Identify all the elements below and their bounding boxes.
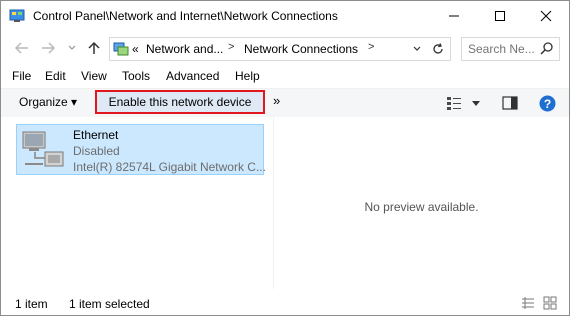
adapter-device: Intel(R) 82574L Gigabit Network C... xyxy=(73,160,266,174)
search-box[interactable] xyxy=(461,37,560,61)
menu-edit[interactable]: Edit xyxy=(45,69,66,83)
breadcrumb-separator[interactable]: > xyxy=(368,41,374,53)
preview-pane: No preview available. xyxy=(274,117,569,289)
details-view-icon xyxy=(447,97,461,110)
navigation-bar: « Network and... > Network Connections > xyxy=(1,33,569,63)
breadcrumb-network-and-internet[interactable]: Network and... xyxy=(146,42,223,56)
address-bar[interactable]: « Network and... > Network Connections > xyxy=(109,37,451,61)
network-connections-icon xyxy=(113,42,129,56)
status-bar: 1 item 1 item selected xyxy=(1,291,569,315)
maximize-button[interactable] xyxy=(477,1,523,31)
details-view-icon[interactable] xyxy=(521,296,535,310)
minimize-icon xyxy=(449,15,459,17)
view-options-dropdown[interactable] xyxy=(467,94,485,112)
ethernet-adapter-icon xyxy=(22,131,64,167)
breadcrumb-overflow[interactable]: « xyxy=(132,42,139,56)
preview-pane-icon xyxy=(502,96,518,110)
minimize-button[interactable] xyxy=(431,1,477,31)
chevron-down-icon xyxy=(68,45,76,50)
search-input[interactable] xyxy=(468,42,538,56)
item-count: 1 item xyxy=(15,297,48,311)
menu-file[interactable]: File xyxy=(12,69,31,83)
menu-tools[interactable]: Tools xyxy=(122,69,150,83)
up-arrow-icon xyxy=(88,41,100,54)
up-button[interactable] xyxy=(85,39,103,57)
explorer-window: Control Panel\Network and Internet\Netwo… xyxy=(0,0,570,316)
search-icon[interactable] xyxy=(539,41,555,57)
enable-network-device-label: Enable this network device xyxy=(108,95,252,109)
selection-count: 1 item selected xyxy=(69,297,150,311)
back-button[interactable] xyxy=(13,39,31,57)
help-icon: ? xyxy=(539,95,555,111)
control-panel-icon xyxy=(9,9,25,22)
maximize-icon xyxy=(495,11,505,21)
breadcrumb-separator[interactable]: > xyxy=(228,41,234,53)
close-icon xyxy=(540,10,552,22)
content-area: Ethernet Disabled Intel(R) 82574L Gigabi… xyxy=(1,117,569,289)
close-button[interactable] xyxy=(523,1,569,31)
preview-pane-button[interactable] xyxy=(501,94,519,112)
change-view-button[interactable] xyxy=(445,94,463,112)
enable-network-device-button[interactable]: Enable this network device xyxy=(95,90,265,114)
forward-arrow-icon xyxy=(42,42,56,54)
window-title: Control Panel\Network and Internet\Netwo… xyxy=(33,9,338,23)
adapter-status: Disabled xyxy=(73,144,120,158)
large-icons-view-icon[interactable] xyxy=(543,296,557,310)
file-list-pane: Ethernet Disabled Intel(R) 82574L Gigabi… xyxy=(1,117,273,289)
caret-down-icon xyxy=(472,101,480,106)
menu-bar: File Edit View Tools Advanced Help xyxy=(1,67,569,87)
organize-button[interactable]: Organize ▾ xyxy=(19,95,77,109)
menu-advanced[interactable]: Advanced xyxy=(166,69,219,83)
network-adapter-item[interactable]: Ethernet Disabled Intel(R) 82574L Gigabi… xyxy=(16,124,266,175)
forward-button[interactable] xyxy=(39,39,57,57)
adapter-name: Ethernet xyxy=(73,128,119,142)
address-dropdown-button[interactable] xyxy=(410,41,424,57)
more-commands-button[interactable]: » xyxy=(273,93,280,108)
preview-message: No preview available. xyxy=(364,200,479,214)
chevron-down-icon xyxy=(413,46,421,51)
menu-view[interactable]: View xyxy=(81,69,107,83)
recent-locations-button[interactable] xyxy=(63,39,81,57)
command-bar: Organize ▾ Enable this network device » xyxy=(1,88,569,118)
svg-text:?: ? xyxy=(543,97,550,111)
back-arrow-icon xyxy=(14,42,28,54)
title-bar: Control Panel\Network and Internet\Netwo… xyxy=(1,1,569,31)
help-button[interactable]: ? xyxy=(538,94,556,112)
refresh-button[interactable] xyxy=(430,41,446,57)
breadcrumb-network-connections[interactable]: Network Connections xyxy=(244,42,358,56)
menu-help[interactable]: Help xyxy=(235,69,260,83)
refresh-icon xyxy=(433,43,443,54)
